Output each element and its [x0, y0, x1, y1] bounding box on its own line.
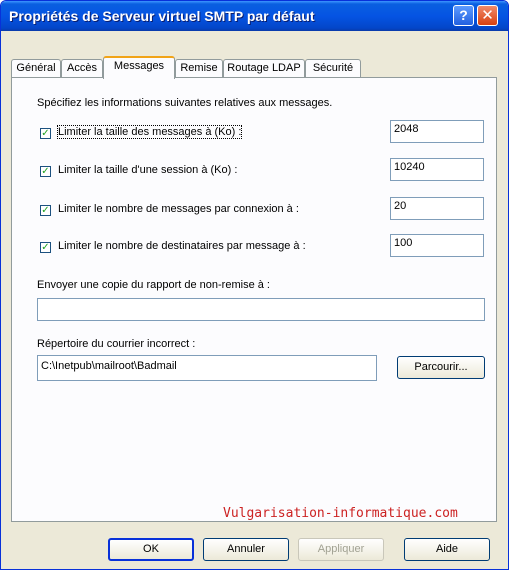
close-icon[interactable]: ✕ [477, 5, 498, 26]
ndr-copy-label: Envoyer une copie du rapport de non-remi… [37, 279, 270, 291]
watermark-text: Vulgarisation-informatique.com [223, 506, 458, 521]
badmail-label: Répertoire du courrier incorrect : [37, 338, 196, 350]
help-button[interactable]: Aide [404, 538, 490, 561]
limit-recipients-label: Limiter le nombre de destinataires par m… [58, 240, 306, 252]
limit-messages-per-connection-checkbox[interactable]: ✓ [40, 205, 51, 216]
limit-session-size-checkbox[interactable]: ✓ [40, 166, 51, 177]
limit-message-size-label: Limiter la taille des messages à (Ko) : [56, 125, 243, 139]
apply-button[interactable]: Appliquer [298, 538, 384, 561]
messages-panel: Spécifiez les informations suivantes rel… [11, 77, 497, 522]
window-title: Propriétés de Serveur virtuel SMTP par d… [9, 8, 315, 24]
session-size-input[interactable]: 10240 [390, 158, 484, 181]
limit-messages-per-connection-label: Limiter le nombre de messages par connex… [58, 203, 299, 215]
limit-message-size-checkbox[interactable]: ✓ [40, 128, 51, 139]
recipients-input[interactable]: 100 [390, 234, 484, 257]
badmail-directory-input[interactable]: C:\Inetpub\mailroot\Badmail [37, 355, 377, 381]
limit-session-size-label: Limiter la taille d'une session à (Ko) : [58, 164, 238, 176]
properties-dialog: Propriétés de Serveur virtuel SMTP par d… [0, 0, 509, 570]
tab-delivery[interactable]: Remise [175, 59, 223, 77]
tab-ldap-routing[interactable]: Routage LDAP [223, 59, 305, 77]
title-bar[interactable]: Propriétés de Serveur virtuel SMTP par d… [1, 1, 508, 31]
tab-security[interactable]: Sécurité [305, 59, 361, 77]
limit-recipients-checkbox[interactable]: ✓ [40, 242, 51, 253]
intro-text: Spécifiez les informations suivantes rel… [37, 97, 333, 109]
tab-general[interactable]: Général [11, 59, 61, 77]
messages-per-connection-input[interactable]: 20 [390, 197, 484, 220]
help-icon[interactable]: ? [453, 5, 474, 26]
message-size-input[interactable]: 2048 [390, 120, 484, 143]
tab-access[interactable]: Accès [61, 59, 103, 77]
browse-button[interactable]: Parcourir... [397, 356, 485, 379]
ndr-copy-input[interactable] [37, 298, 485, 321]
tab-messages[interactable]: Messages [103, 56, 175, 79]
ok-button[interactable]: OK [108, 538, 194, 561]
cancel-button[interactable]: Annuler [203, 538, 289, 561]
